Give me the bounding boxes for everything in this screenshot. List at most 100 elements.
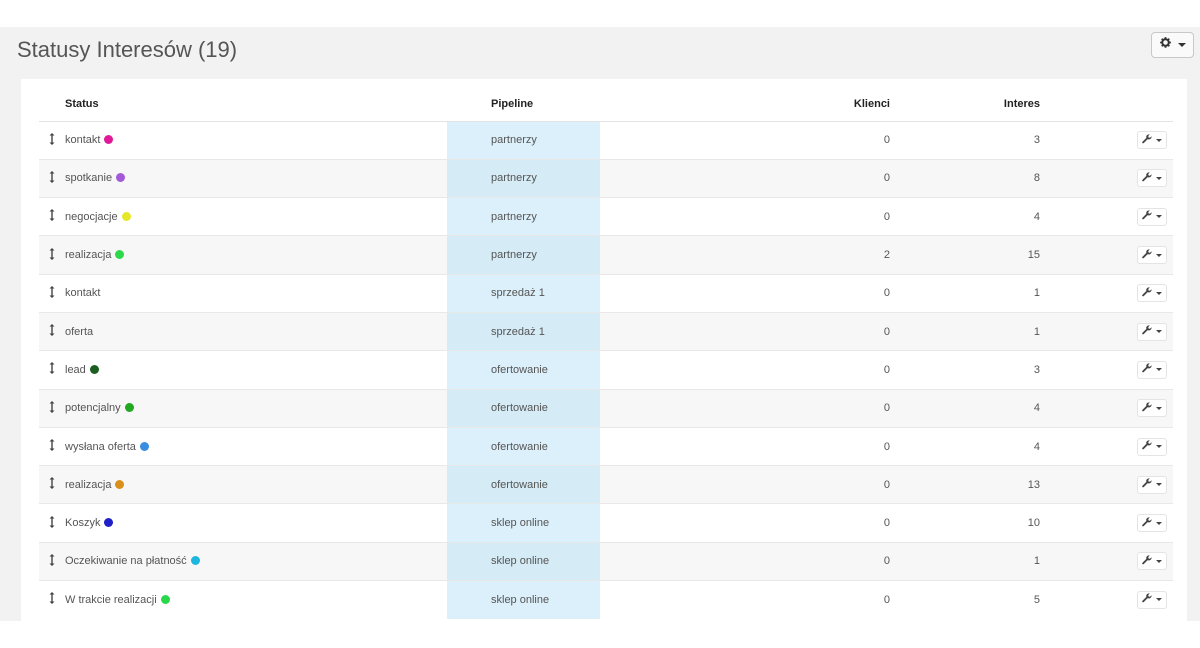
row-drag-handle[interactable]	[39, 158, 65, 198]
row-drag-handle[interactable]	[39, 465, 65, 504]
actions-cell	[1040, 235, 1173, 275]
status-label: realizacja	[65, 478, 112, 491]
chevron-down-icon	[1156, 176, 1162, 180]
wrench-icon	[1142, 248, 1152, 262]
row-drag-handle[interactable]	[39, 350, 65, 390]
row-actions-button[interactable]	[1137, 322, 1167, 341]
interes-cell: 15	[890, 235, 1040, 275]
row-drag-handle[interactable]	[39, 273, 65, 313]
drag-handle-icon	[49, 592, 55, 605]
row-actions-button[interactable]	[1137, 475, 1167, 494]
interes-cell: 5	[890, 580, 1040, 619]
wrench-icon	[1142, 555, 1152, 568]
actions-cell	[1040, 197, 1173, 236]
header-klienci[interactable]: Klienci	[600, 79, 890, 122]
chevron-down-icon	[1156, 368, 1162, 372]
drag-handle-icon	[49, 477, 55, 490]
wrench-icon	[1142, 402, 1152, 415]
status-color-dot	[104, 518, 114, 528]
drag-handle-icon	[49, 515, 55, 528]
interes-cell: 8	[890, 158, 1040, 198]
chevron-down-icon	[1156, 138, 1162, 142]
wrench-icon	[1142, 516, 1152, 530]
status-color-dot	[89, 364, 99, 374]
row-actions-button[interactable]	[1137, 552, 1167, 571]
interes-cell: 1	[890, 311, 1040, 351]
row-drag-handle[interactable]	[39, 503, 65, 543]
status-color-dot	[116, 173, 126, 183]
status-cell: spotkanie	[65, 158, 447, 198]
header-handle	[39, 79, 65, 122]
interes-cell: 4	[890, 426, 1040, 466]
row-actions-button[interactable]	[1137, 131, 1167, 150]
status-cell: Koszyk	[65, 503, 447, 543]
drag-handle-icon	[49, 439, 55, 452]
header-pipeline[interactable]: Pipeline	[447, 79, 600, 122]
row-drag-handle[interactable]	[39, 388, 65, 428]
row-actions-button[interactable]	[1137, 284, 1167, 303]
chevron-down-icon	[1156, 483, 1162, 487]
table-row: potencjalny ofertowanie 0 4	[39, 388, 1173, 428]
header-actions	[1040, 79, 1173, 122]
status-cell: kontakt	[65, 120, 447, 160]
settings-dropdown-button[interactable]	[1151, 32, 1194, 58]
table-row: Koszyk sklep online 0 10	[39, 503, 1173, 543]
klienci-cell: 0	[600, 350, 890, 390]
klienci-cell: 0	[600, 311, 890, 351]
klienci-cell: 0	[600, 197, 890, 236]
gear-icon	[1159, 36, 1172, 54]
row-actions-button[interactable]	[1137, 360, 1167, 379]
pipeline-cell: ofertowanie	[447, 426, 600, 466]
header-interes[interactable]: Interes	[890, 79, 1040, 122]
chevron-down-icon	[1156, 215, 1162, 219]
actions-cell	[1040, 388, 1173, 428]
status-cell: W trakcie realizacji	[65, 580, 447, 619]
drag-handle-icon	[49, 132, 55, 145]
header-status[interactable]: Status	[65, 79, 447, 122]
row-drag-handle[interactable]	[39, 426, 65, 466]
klienci-cell: 2	[600, 235, 890, 275]
table-row: negocjacje partnerzy 0 4	[39, 197, 1173, 236]
row-drag-handle[interactable]	[39, 580, 65, 619]
status-label: potencjalny	[65, 402, 121, 415]
row-actions-button[interactable]	[1137, 169, 1167, 188]
status-cell: Oczekiwanie na płatność	[65, 541, 447, 581]
row-actions-button[interactable]	[1137, 399, 1167, 418]
row-actions-button[interactable]	[1137, 246, 1167, 265]
status-cell: kontakt	[65, 273, 447, 313]
pipeline-cell: ofertowanie	[447, 465, 600, 504]
klienci-cell: 0	[600, 503, 890, 543]
wrench-icon	[1142, 133, 1152, 147]
klienci-cell: 0	[600, 465, 890, 504]
status-label: W trakcie realizacji	[65, 593, 157, 606]
actions-cell	[1040, 273, 1173, 313]
table-row: wysłana oferta ofertowanie 0 4	[39, 426, 1173, 466]
row-actions-button[interactable]	[1137, 514, 1167, 533]
table-row: Oczekiwanie na płatność sklep online 0 1	[39, 541, 1173, 581]
row-drag-handle[interactable]	[39, 197, 65, 236]
drag-handle-icon	[49, 285, 55, 298]
pipeline-cell: ofertowanie	[447, 388, 600, 428]
row-drag-handle[interactable]	[39, 311, 65, 351]
row-actions-button[interactable]	[1137, 590, 1167, 609]
klienci-cell: 0	[600, 120, 890, 160]
row-actions-button[interactable]	[1137, 207, 1167, 226]
row-drag-handle[interactable]	[39, 120, 65, 160]
actions-cell	[1040, 120, 1173, 160]
interes-cell: 10	[890, 503, 1040, 543]
row-drag-handle[interactable]	[39, 235, 65, 275]
statuses-table: Status Pipeline Klienci Interes kontakt …	[39, 79, 1173, 619]
chevron-down-icon	[1156, 253, 1162, 257]
pipeline-cell: sklep online	[447, 580, 600, 619]
status-color-dot	[190, 556, 200, 566]
status-color-dot	[115, 250, 125, 260]
table-row: kontakt sprzedaż 1 0 1	[39, 273, 1173, 313]
table-row: kontakt partnerzy 0 3	[39, 120, 1173, 160]
klienci-cell: 0	[600, 388, 890, 428]
row-actions-button[interactable]	[1137, 437, 1167, 456]
pipeline-cell: partnerzy	[447, 120, 600, 160]
row-drag-handle[interactable]	[39, 541, 65, 581]
wrench-icon	[1142, 478, 1152, 491]
status-label: lead	[65, 363, 86, 376]
status-color-dot	[121, 211, 131, 221]
